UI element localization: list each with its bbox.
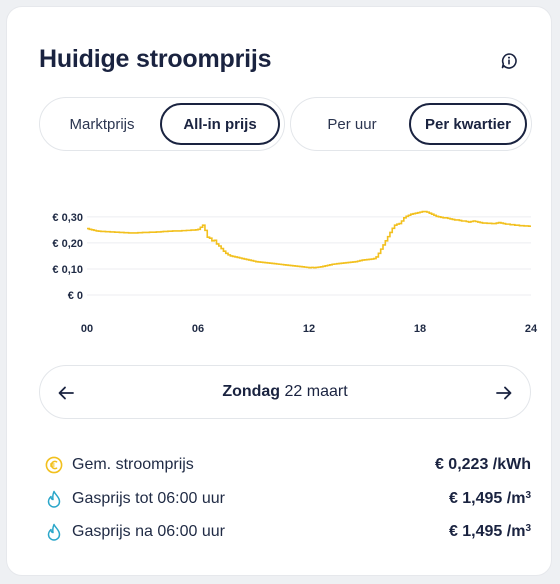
stat-average-power-price: Gem. stroomprijs € 0,223 /kWh	[45, 453, 531, 477]
page-title: Huidige stroomprijs	[39, 45, 272, 73]
x-tick-label: 12	[303, 323, 315, 335]
price-chart: € 0,30 € 0,20 € 0,10 € 0 00 06 12 18 24	[52, 210, 538, 335]
stat-value: € 1,495 /m3	[448, 490, 531, 507]
stat-label: Gem. stroomprijs	[72, 456, 194, 473]
price-card: Huidige stroomprijs Marktprijs All-in pr…	[6, 6, 552, 576]
next-day-button[interactable]	[490, 379, 518, 407]
x-tick-label: 18	[414, 323, 426, 335]
info-button[interactable]	[495, 47, 523, 75]
interval-toggle: Per uur Per kwartier	[290, 97, 532, 151]
price-series-line	[87, 210, 531, 269]
stat-value: € 1,495 /m3	[448, 523, 531, 540]
stat-gas-price-before-6: Gasprijs tot 06:00 uur € 1,495 /m3	[45, 487, 531, 511]
price-type-toggle: Marktprijs All-in prijs	[39, 97, 285, 151]
arrow-right-icon	[496, 386, 512, 400]
stat-label: Gasprijs na 06:00 uur	[72, 523, 225, 540]
date-navigator: Zondag 22 maart	[39, 365, 531, 419]
date-label: Zondag 22 maart	[40, 383, 530, 401]
toggle-per-kwartier[interactable]: Per kwartier	[409, 103, 527, 145]
date-day: Zondag	[222, 383, 281, 400]
x-tick-label: 24	[525, 323, 538, 335]
euro-icon	[45, 456, 63, 474]
flame-icon	[45, 490, 63, 508]
toggle-all-in-prijs[interactable]: All-in prijs	[160, 103, 280, 145]
y-tick-label: € 0,20	[52, 238, 83, 250]
info-icon	[501, 53, 517, 69]
date-date: 22 maart	[284, 383, 348, 400]
y-tick-label: € 0,10	[52, 264, 83, 276]
x-tick-label: 00	[81, 323, 93, 335]
flame-icon	[45, 523, 63, 541]
x-tick-label: 06	[192, 323, 204, 335]
toggle-marktprijs[interactable]: Marktprijs	[44, 103, 160, 145]
y-tick-label: € 0,30	[52, 212, 83, 224]
toggle-per-uur[interactable]: Per uur	[295, 103, 409, 145]
stat-label: Gasprijs tot 06:00 uur	[72, 490, 225, 507]
stat-gas-price-after-6: Gasprijs na 06:00 uur € 1,495 /m3	[45, 520, 531, 544]
stat-value: € 0,223 /kWh	[434, 456, 531, 473]
y-tick-label: € 0	[68, 290, 83, 302]
